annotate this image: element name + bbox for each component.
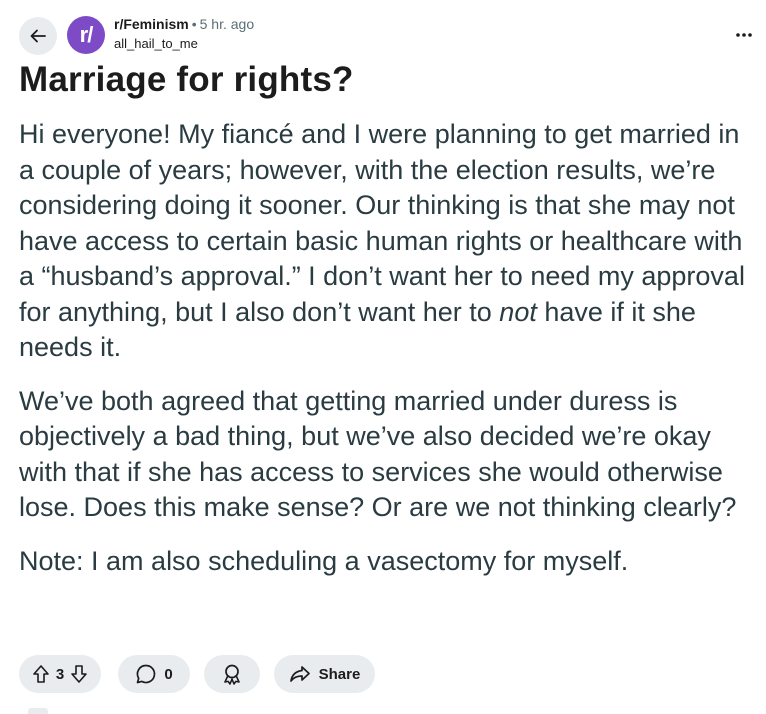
award-button[interactable] xyxy=(204,655,260,693)
subreddit-avatar[interactable]: r/ xyxy=(67,16,105,54)
post-paragraph-3: Note: I am also scheduling a vasectomy f… xyxy=(19,545,629,576)
comments-button[interactable]: 0 xyxy=(118,655,190,693)
comment-count: 0 xyxy=(164,665,173,683)
share-label: Share xyxy=(318,665,361,683)
share-button[interactable]: Share xyxy=(274,655,375,693)
meta-separator: • xyxy=(191,16,197,32)
post-meta: r/Feminism • 5 hr. ago all_hail_to_me xyxy=(114,15,254,53)
more-horizontal-icon xyxy=(736,33,752,37)
upvote-arrow-icon[interactable] xyxy=(32,664,50,684)
comment-bubble-icon xyxy=(136,664,156,684)
award-icon xyxy=(224,664,240,685)
back-button[interactable] xyxy=(19,17,57,55)
arrow-left-icon xyxy=(30,29,46,43)
vote-control: 3 xyxy=(19,655,101,693)
share-arrow-icon xyxy=(289,666,310,682)
downvote-arrow-icon[interactable] xyxy=(70,664,88,684)
post-timestamp: 5 hr. ago xyxy=(199,16,255,32)
author-username[interactable]: all_hail_to_me xyxy=(114,35,254,53)
avatar-text: r/ xyxy=(79,22,94,47)
vote-count: 3 xyxy=(55,665,65,683)
post-paragraph-2: We’ve both agreed that getting married u… xyxy=(19,385,737,523)
emphasis-text: not xyxy=(499,296,537,327)
paragraph-text: Hi everyone! My fiancé and I were planni… xyxy=(19,119,745,327)
post-paragraph-1: Hi everyone! My fiancé and I were planni… xyxy=(19,117,759,366)
next-element-edge xyxy=(28,708,48,714)
more-options-button[interactable] xyxy=(730,21,758,49)
post-body: Hi everyone! My fiancé and I were planni… xyxy=(19,117,759,579)
subreddit-link[interactable]: r/Feminism xyxy=(114,16,189,32)
post-title: Marriage for rights? xyxy=(19,60,354,99)
post-header: r/ r/Feminism • 5 hr. ago all_hail_to_me xyxy=(19,15,754,55)
